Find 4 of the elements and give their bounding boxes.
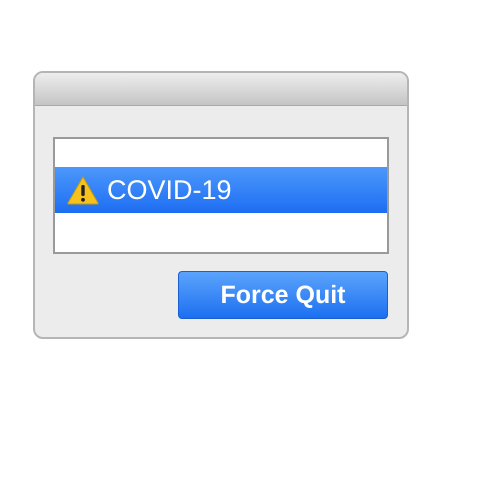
force-quit-button[interactable]: Force Quit [178, 271, 388, 319]
process-name: COVID-19 [107, 176, 232, 204]
list-row[interactable]: COVID-19 [55, 167, 387, 213]
warning-icon [67, 176, 99, 204]
